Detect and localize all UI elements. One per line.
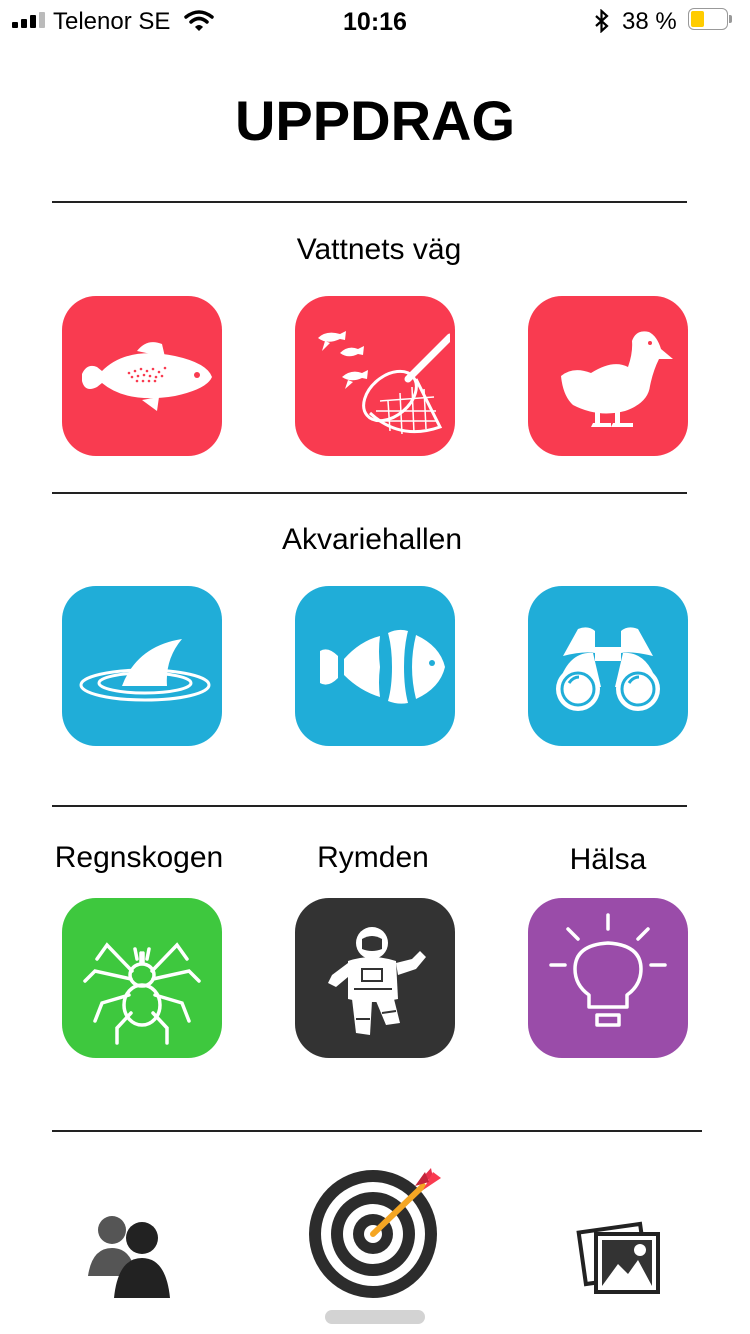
- category-label-rymden: Rymden: [317, 841, 429, 874]
- mission-lightbulb-button[interactable]: [528, 898, 688, 1058]
- gallery-icon: [576, 1221, 660, 1294]
- mission-fishing-net-button[interactable]: [295, 296, 455, 456]
- page-title: UPPDRAG: [234, 89, 516, 152]
- mission-fish-button[interactable]: [62, 296, 222, 456]
- duck-icon: [561, 331, 673, 427]
- home-indicator: [325, 1310, 425, 1324]
- divider: [52, 201, 687, 203]
- shark-fin-icon: [79, 639, 211, 702]
- astronaut-icon: [328, 927, 426, 1035]
- binoculars-icon: [556, 627, 660, 711]
- category-label-regnskogen: Regnskogen: [54, 841, 224, 874]
- nav-people-button[interactable]: [84, 1208, 176, 1300]
- nav-missions-button[interactable]: [305, 1164, 445, 1304]
- bluetooth-icon: [595, 9, 609, 33]
- battery-icon: [688, 8, 734, 32]
- fishing-net-icon: [318, 331, 450, 435]
- nav-gallery-button[interactable]: [576, 1212, 668, 1304]
- clownfish-icon: [320, 629, 445, 704]
- category-label-halsa: Hälsa: [569, 843, 647, 876]
- mission-spider-button[interactable]: [62, 898, 222, 1058]
- fish-icon: [82, 342, 212, 411]
- mission-shark-button[interactable]: [62, 586, 222, 746]
- battery-percent: 38 %: [622, 8, 677, 35]
- lightbulb-icon: [549, 913, 667, 1027]
- section-label-akvariehallen: Akvariehallen: [281, 523, 463, 556]
- divider: [52, 492, 687, 494]
- mission-binoculars-button[interactable]: [528, 586, 688, 746]
- section-label-vattnets-vag: Vattnets väg: [296, 233, 462, 266]
- mission-astronaut-button[interactable]: [295, 898, 455, 1058]
- divider: [52, 805, 687, 807]
- people-icon: [88, 1216, 170, 1298]
- status-bar: Telenor SE 10:16 38 %: [0, 0, 750, 40]
- mission-duck-button[interactable]: [528, 296, 688, 456]
- divider: [52, 1130, 702, 1132]
- target-icon: [309, 1168, 441, 1298]
- spider-icon: [83, 942, 201, 1045]
- mission-clownfish-button[interactable]: [295, 586, 455, 746]
